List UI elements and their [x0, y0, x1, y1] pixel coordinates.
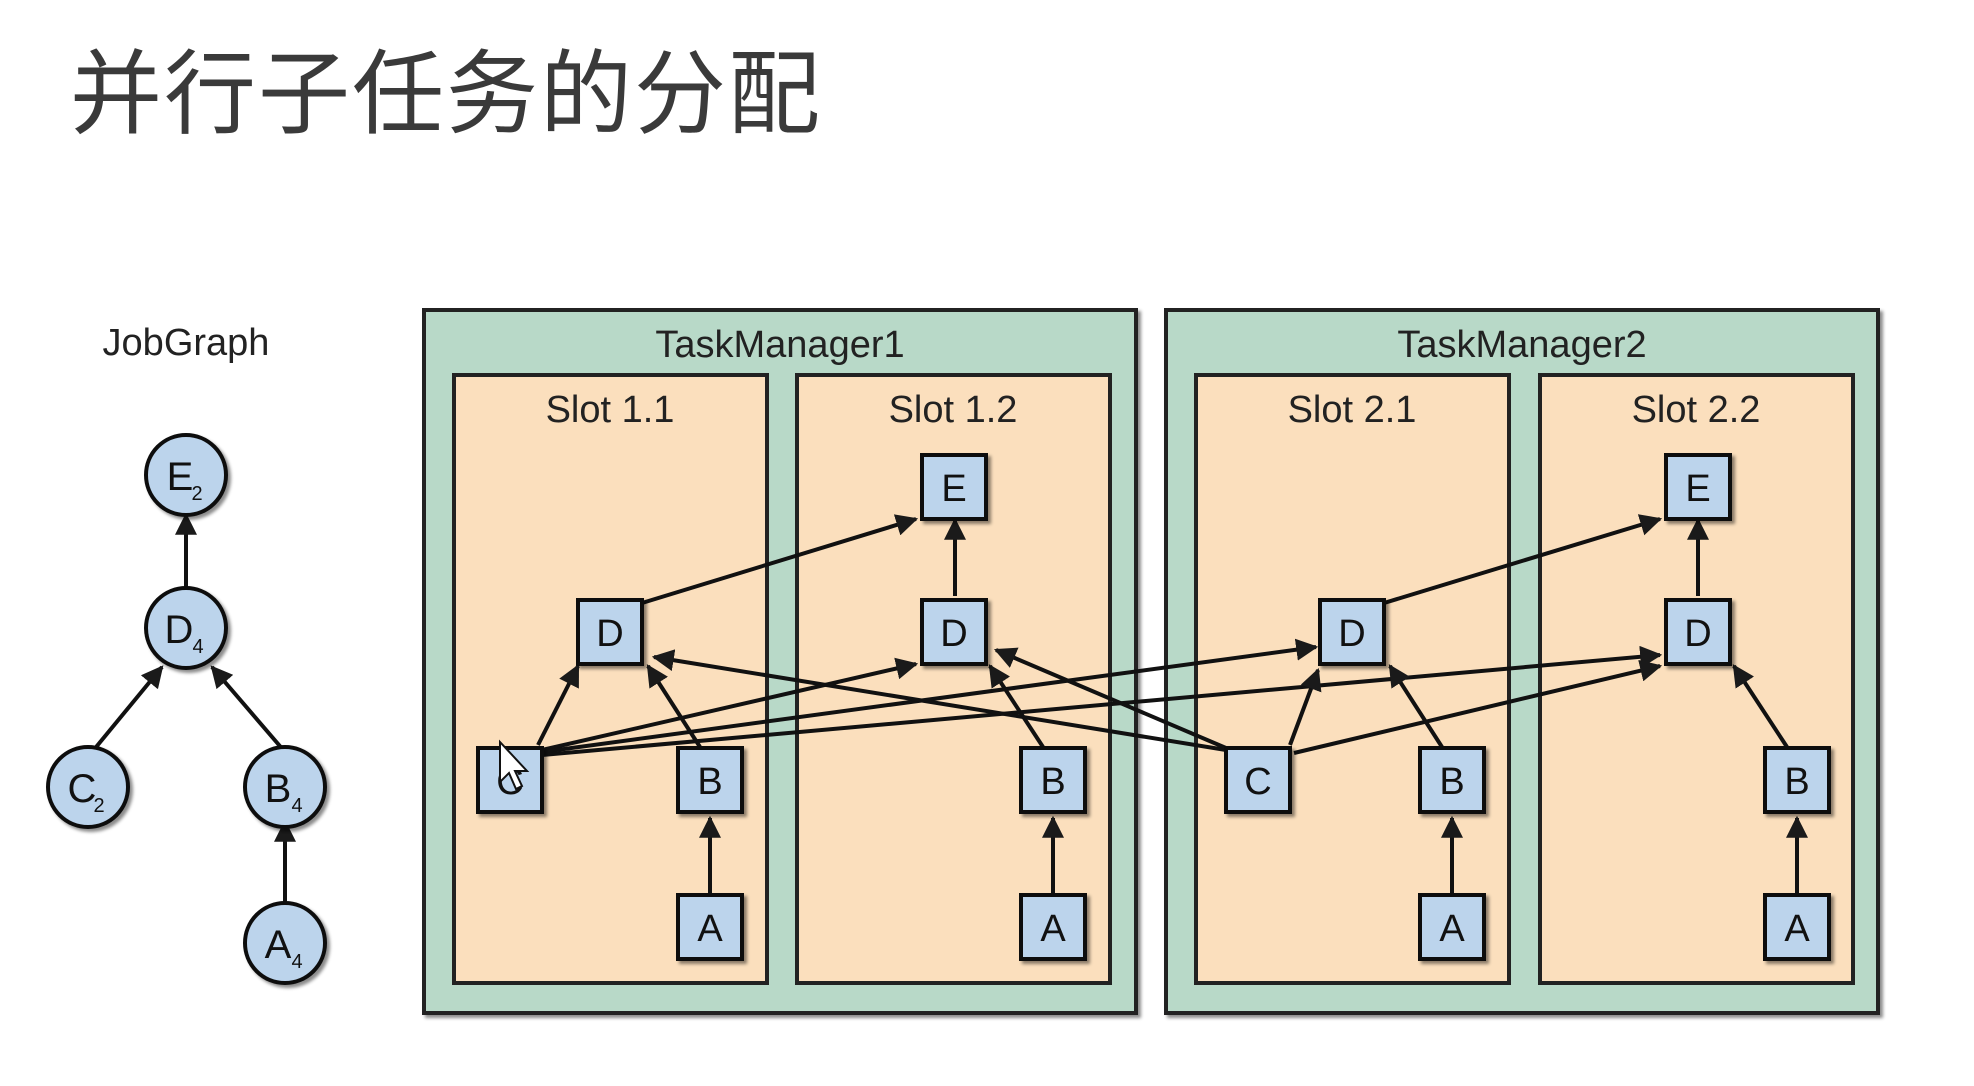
jobgraph-edges — [90, 512, 296, 905]
jobgraph-node-c: C 2 — [46, 745, 130, 829]
task-s22-b-label: B — [1784, 761, 1809, 803]
task-s21-d: D — [1318, 598, 1386, 666]
task-s12-a-label: A — [1040, 908, 1066, 950]
task-s21-d-label: D — [1338, 613, 1365, 655]
slot-1-1-label: Slot 1.1 — [546, 389, 675, 431]
jobgraph: JobGraph E 2 D 4 C 2 B 4 A 4 — [46, 322, 327, 985]
taskmanager-1-label: TaskManager1 — [655, 324, 904, 366]
task-s21-a-label: A — [1439, 908, 1465, 950]
jobgraph-node-b-sub: 4 — [291, 795, 302, 817]
task-s11-b-label: B — [697, 761, 722, 803]
task-s21-c-label: C — [1244, 761, 1271, 803]
task-s22-e-label: E — [1685, 468, 1710, 510]
task-s12-b: B — [1019, 746, 1087, 814]
slot-1-1: Slot 1.1 — [452, 373, 769, 985]
jobgraph-node-d-sub: 4 — [192, 636, 203, 658]
task-slot-diagram: JobGraph E 2 D 4 C 2 B 4 A 4 TaskManager… — [46, 308, 1880, 1015]
slot-2-2-label: Slot 2.2 — [1632, 389, 1761, 431]
jobgraph-node-e: E 2 — [144, 433, 228, 517]
task-s12-b-label: B — [1040, 761, 1065, 803]
jobgraph-node-b-label: B — [265, 767, 292, 811]
slot-1-2-label: Slot 1.2 — [889, 389, 1018, 431]
task-s22-a-label: A — [1784, 908, 1810, 950]
task-s12-a: A — [1019, 893, 1087, 961]
jobgraph-node-c-sub: 2 — [93, 795, 104, 817]
jobgraph-label: JobGraph — [103, 322, 270, 364]
slot-2-1-label: Slot 2.1 — [1288, 389, 1417, 431]
slot-2-1: Slot 2.1 — [1194, 373, 1511, 985]
task-s22-b: B — [1763, 746, 1831, 814]
task-s22-d-label: D — [1684, 613, 1711, 655]
jobgraph-node-d-label: D — [165, 608, 194, 652]
task-s12-e: E — [920, 453, 988, 521]
jobgraph-node-c-label: C — [68, 767, 97, 811]
task-s22-d: D — [1664, 598, 1732, 666]
task-s11-a-label: A — [697, 908, 723, 950]
jobgraph-node-b: B 4 — [243, 745, 327, 829]
task-s22-a: A — [1763, 893, 1831, 961]
task-s11-d: D — [576, 598, 644, 666]
task-s21-b-label: B — [1439, 761, 1464, 803]
task-s21-c: C — [1224, 746, 1292, 814]
task-s22-e: E — [1664, 453, 1732, 521]
task-s12-d: D — [920, 598, 988, 666]
jobgraph-edge-b-d — [210, 665, 287, 754]
jobgraph-node-e-label: E — [167, 455, 194, 499]
task-s11-b: B — [676, 746, 744, 814]
jobgraph-edge-c-d — [90, 665, 164, 754]
jobgraph-node-a: A 4 — [243, 901, 327, 985]
jobgraph-node-d: D 4 — [144, 586, 228, 670]
jobgraph-node-e-sub: 2 — [191, 483, 202, 505]
task-s12-d-label: D — [940, 613, 967, 655]
task-s21-b: B — [1418, 746, 1486, 814]
jobgraph-node-a-label: A — [265, 923, 292, 967]
task-s11-a: A — [676, 893, 744, 961]
task-s21-a: A — [1418, 893, 1486, 961]
task-s11-d-label: D — [596, 613, 623, 655]
taskmanager-2-label: TaskManager2 — [1397, 324, 1646, 366]
jobgraph-node-a-sub: 4 — [291, 951, 302, 973]
task-s12-e-label: E — [941, 468, 966, 510]
